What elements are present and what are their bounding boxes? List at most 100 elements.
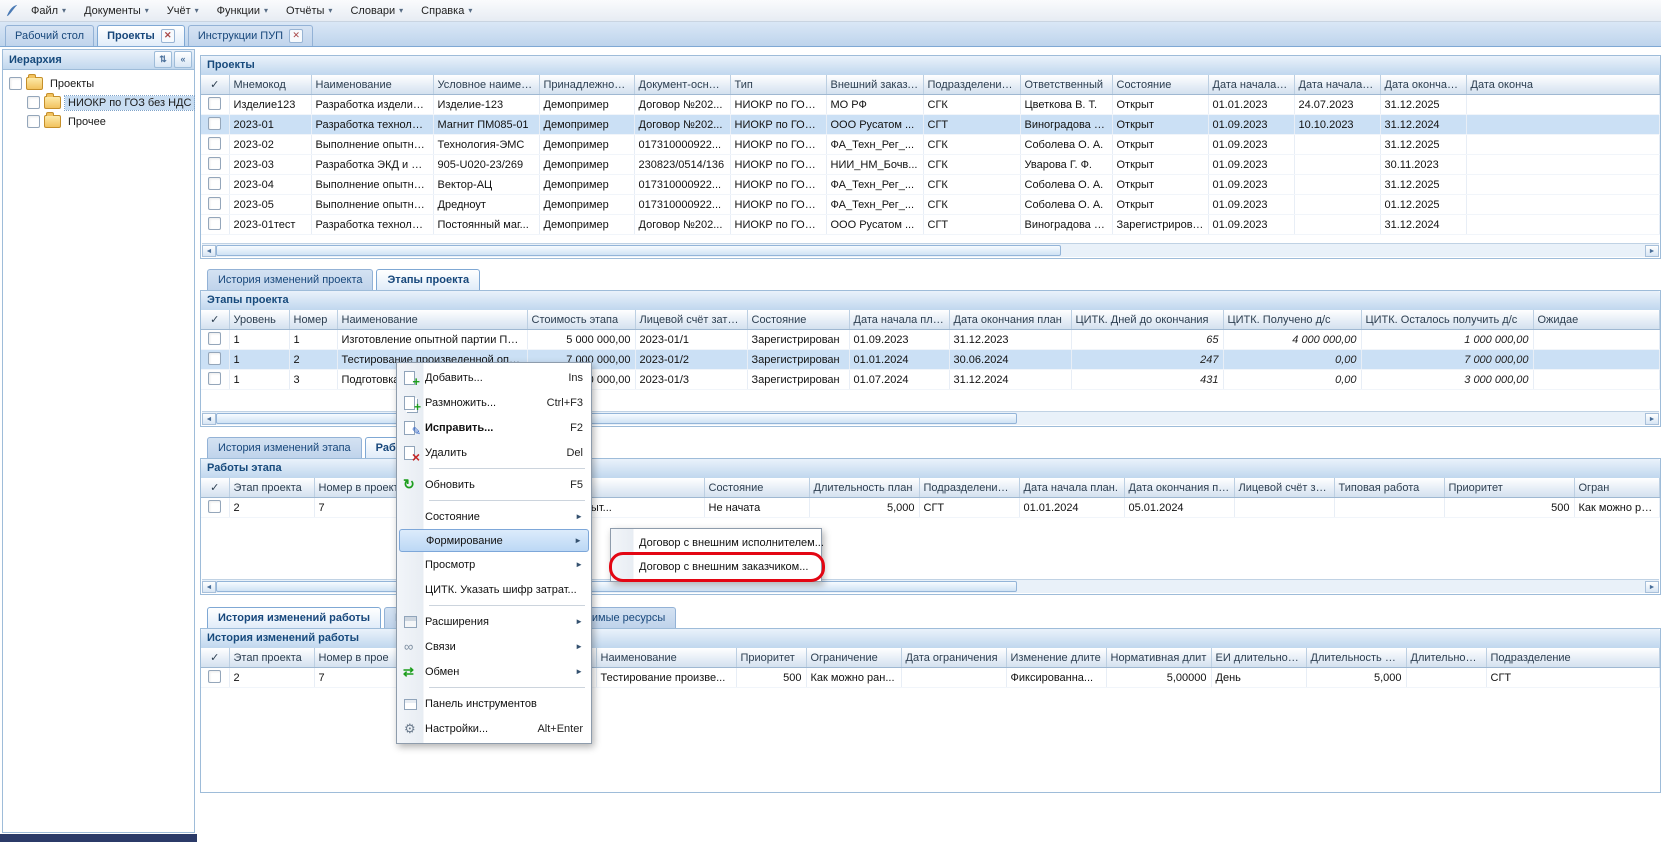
column-header[interactable]: Подразделение-от [923,75,1020,95]
cell[interactable]: Выполнение опытно-конс... [311,135,433,155]
cell[interactable]: СГК [923,135,1020,155]
cell[interactable]: Изделие123 [229,95,311,115]
cell[interactable]: 2023-01/3 [635,370,747,390]
cell[interactable]: 017310000922... [634,175,730,195]
tab-close-icon[interactable]: ✕ [289,29,303,43]
cell[interactable]: Демопример [539,95,634,115]
column-header[interactable]: Состояние [747,310,849,330]
select-column-header[interactable]: ✓ [201,75,229,95]
column-header[interactable]: Нормативная длит [1106,648,1211,668]
cell[interactable]: Открыт [1112,175,1208,195]
cell[interactable]: 0,00 [1223,350,1361,370]
row-checkbox[interactable] [208,670,221,683]
column-header[interactable]: Дата начала план. [1019,478,1124,498]
column-header[interactable]: Изменение длите [1006,648,1106,668]
cell[interactable]: 30.06.2024 [949,350,1071,370]
column-header[interactable]: Дата начала план [1208,75,1294,95]
column-header[interactable]: Длительность фак [1406,648,1486,668]
cell[interactable]: ФА_Техн_Рег_... [826,195,923,215]
tree-checkbox[interactable] [27,115,40,128]
cell[interactable]: 1 [229,350,289,370]
row-checkbox[interactable] [208,97,221,110]
column-header[interactable]: Дата окончания п [1380,75,1466,95]
column-header[interactable]: Огран [1574,478,1660,498]
column-header[interactable]: Типовая работа [1334,478,1444,498]
cell[interactable] [1466,155,1660,175]
cell[interactable]: 1 [289,330,337,350]
table-row[interactable]: 2023-05Выполнение опытно-конс...Дредноут… [201,195,1660,215]
cell[interactable]: 2023-04 [229,175,311,195]
cell[interactable]: Выполнение опытно-конс... [311,195,433,215]
cell[interactable]: 30.11.2023 [1380,155,1466,175]
cell[interactable]: 31.12.2024 [1380,115,1466,135]
cell[interactable]: Зарегистрирован [747,350,849,370]
cell[interactable]: Демопример [539,155,634,175]
tab-desktop[interactable]: Рабочий стол [5,25,94,46]
select-column-header[interactable]: ✓ [201,648,229,668]
tab-work-history[interactable]: История изменений работы [207,607,381,628]
cell[interactable] [1533,330,1660,350]
cell[interactable]: Вектор-АЦ [433,175,539,195]
tree-item-niokr-goz[interactable]: НИОКР по ГОЗ без НДС [5,93,192,112]
cell[interactable]: 31.12.2023 [949,330,1071,350]
column-header[interactable]: Наименование [337,310,527,330]
table-row[interactable]: 2023-01тестРазработка технологии и...Пос… [201,215,1660,235]
menu-item[interactable]: Договор с внешним исполнителем... [613,531,819,555]
cell[interactable]: Виноградова А... [1020,215,1112,235]
cell[interactable]: Договор №202... [634,215,730,235]
cell[interactable]: Цветкова В. Т. [1020,95,1112,115]
cell[interactable]: 1 [229,370,289,390]
cell[interactable]: Соболева О. А. [1020,195,1112,215]
column-header[interactable]: Дата окончания план [949,310,1071,330]
tab-project-history[interactable]: История изменений проекта [207,269,373,290]
cell[interactable]: Демопример [539,195,634,215]
scroll-thumb[interactable] [216,245,1061,256]
cell[interactable]: Постоянный маг... [433,215,539,235]
column-header[interactable]: ЦИТК. Осталось получить д/с [1361,310,1533,330]
cell[interactable]: Открыт [1112,155,1208,175]
cell[interactable]: Зарегистрирован [1112,215,1208,235]
menu-item[interactable]: Состояние► [399,504,589,529]
column-header[interactable]: Длительность пла [1306,648,1406,668]
cell[interactable] [1466,215,1660,235]
cell[interactable]: СГТ [923,115,1020,135]
cell[interactable]: 1 [229,330,289,350]
menu-item[interactable]: Расширения► [399,609,589,634]
scroll-right-icon[interactable]: ► [1645,413,1659,425]
cell[interactable]: Уварова Г. Ф. [1020,155,1112,175]
menu-help[interactable]: Справка▾ [412,3,481,19]
cell[interactable] [1533,370,1660,390]
cell[interactable]: 01.12.2025 [1380,195,1466,215]
cell[interactable]: Зарегистрирован [747,330,849,350]
menu-item[interactable]: Исправить...F2 [399,415,589,440]
column-header[interactable]: Длительность план [809,478,919,498]
table-row[interactable]: Изделие123Разработка изделия 123Изделие-… [201,95,1660,115]
cell[interactable] [1466,195,1660,215]
column-header[interactable]: Подразделение [1486,648,1660,668]
cell[interactable]: НИОКР по ГОЗ ... [730,135,826,155]
table-row[interactable]: 2023-02Выполнение опытно-конс...Технолог… [201,135,1660,155]
cell[interactable]: Выполнение опытно-конс... [311,175,433,195]
cell[interactable]: Фиксированна... [1006,668,1106,688]
cell[interactable]: ООО Русатом ... [826,215,923,235]
menu-item[interactable]: Настройки...Alt+Enter [399,716,589,741]
select-column-header[interactable]: ✓ [201,478,229,498]
menu-item[interactable]: Размножить...Ctrl+F3 [399,390,589,415]
cell[interactable]: Дредноут [433,195,539,215]
cell[interactable]: НИОКР по ГОЗ ... [730,215,826,235]
row-checkbox[interactable] [208,372,221,385]
cell[interactable]: Тестирование произве... [596,668,736,688]
tab-project-stages[interactable]: Этапы проекта [376,269,480,290]
cell[interactable] [1466,95,1660,115]
cell[interactable] [1294,195,1380,215]
cell[interactable]: День [1211,668,1306,688]
cell[interactable]: 2023-01тест [229,215,311,235]
cell[interactable]: 017310000922... [634,135,730,155]
scroll-thumb[interactable] [216,413,1017,424]
column-header[interactable]: Этап проекта [229,648,314,668]
cell[interactable]: Демопример [539,215,634,235]
row-checkbox[interactable] [208,332,221,345]
collapse-panel-icon[interactable]: « [174,51,192,68]
cell[interactable]: 1 000 000,00 [1361,330,1533,350]
cell[interactable]: Демопример [539,175,634,195]
